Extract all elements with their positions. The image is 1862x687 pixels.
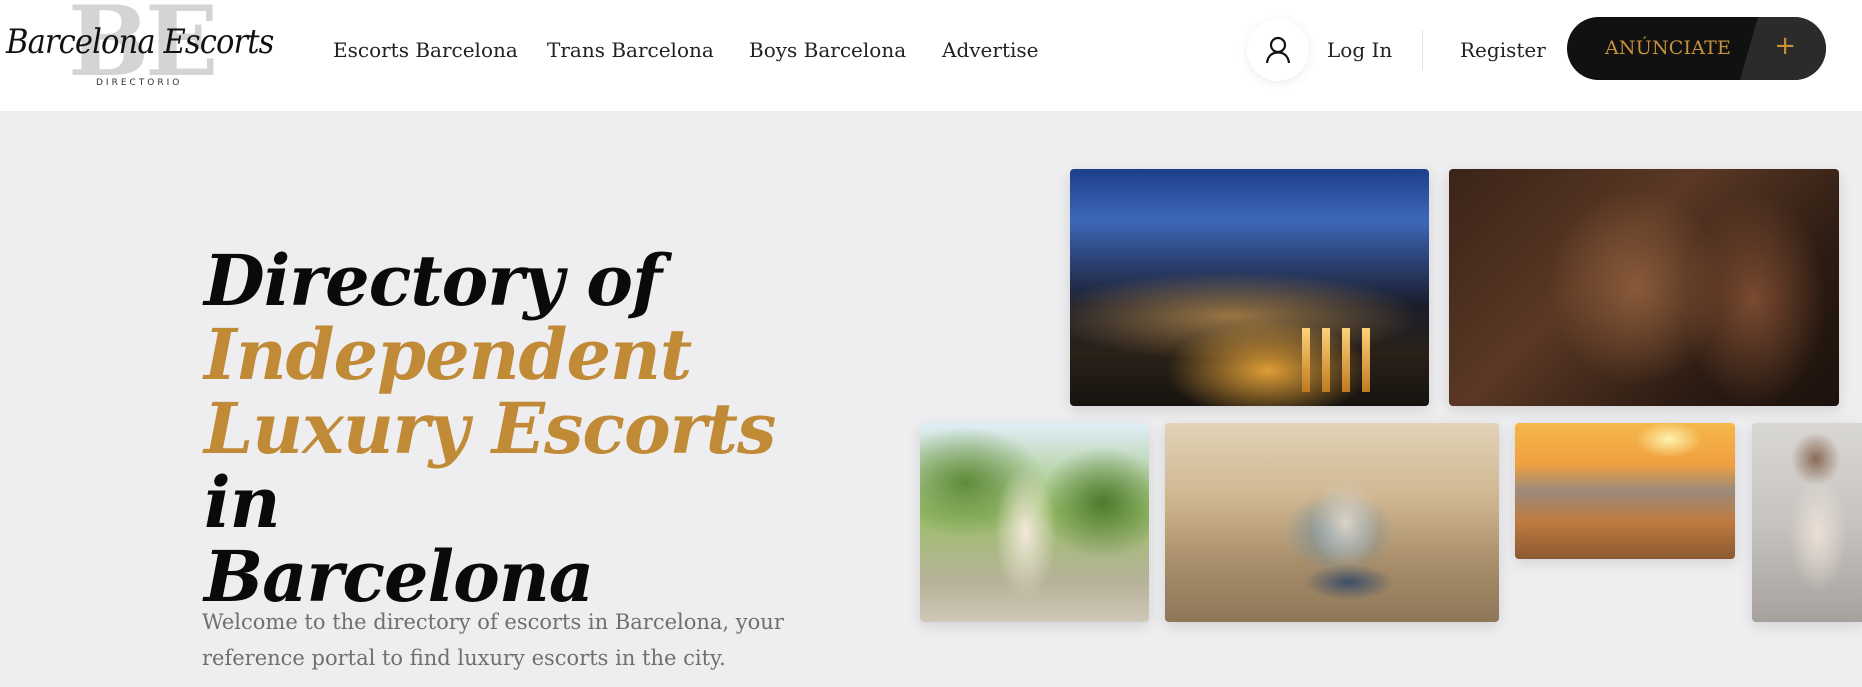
nav-item-boys-barcelona[interactable]: Boys Barcelona bbox=[749, 38, 906, 62]
photo-column bbox=[1362, 328, 1370, 392]
advertise-cta-button[interactable]: ANÚNCIATE + bbox=[1567, 17, 1826, 80]
hero-title: Directory of Independent Luxury Escorts … bbox=[204, 244, 844, 614]
nav-item-escorts-barcelona[interactable]: Escorts Barcelona bbox=[333, 38, 518, 62]
nav-item-advertise[interactable]: Advertise bbox=[942, 38, 1038, 62]
photo-barcelona-sunset bbox=[1515, 423, 1735, 559]
photo-model-2 bbox=[920, 423, 1149, 622]
photo-column bbox=[1322, 328, 1330, 392]
user-icon bbox=[1265, 36, 1291, 64]
hero-intro-text: Welcome to the directory of escorts in B… bbox=[202, 610, 784, 670]
photo-column bbox=[1302, 328, 1310, 392]
cta-label: ANÚNCIATE bbox=[1605, 37, 1732, 59]
login-link[interactable]: Log In bbox=[1327, 38, 1392, 62]
site-logo[interactable]: BE Barcelona Escorts DIRECTORIO bbox=[0, 0, 274, 98]
photo-column bbox=[1342, 328, 1350, 392]
hero-title-gold-2: Luxury Escorts bbox=[204, 387, 776, 470]
logo-tagline: DIRECTORIO bbox=[96, 78, 183, 88]
plus-icon: + bbox=[1774, 31, 1796, 61]
nav-item-trans-barcelona[interactable]: Trans Barcelona bbox=[547, 38, 714, 62]
site-header: BE Barcelona Escorts DIRECTORIO Escorts … bbox=[0, 0, 1862, 111]
photo-model-3 bbox=[1165, 423, 1499, 622]
hero-title-gold-1: Independent bbox=[204, 313, 692, 396]
photo-model-1 bbox=[1449, 169, 1839, 406]
user-account-button[interactable] bbox=[1247, 19, 1309, 81]
hero-title-in: in bbox=[204, 461, 280, 544]
header-divider bbox=[1422, 30, 1423, 70]
register-link[interactable]: Register bbox=[1460, 38, 1546, 62]
logo-wordmark: Barcelona Escorts bbox=[6, 22, 274, 62]
photo-barcelona-night bbox=[1070, 169, 1429, 406]
photo-model-4 bbox=[1752, 423, 1862, 622]
hero-title-line1: Directory of bbox=[204, 239, 662, 322]
